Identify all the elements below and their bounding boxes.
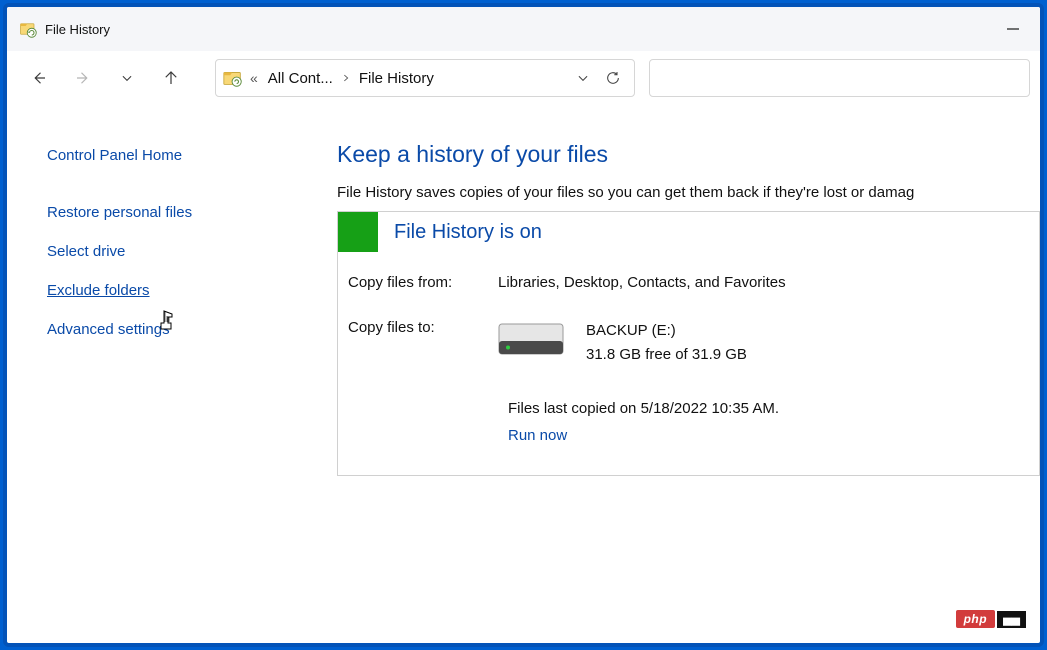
status-panel: File History is on Copy files from: Libr… [337, 211, 1040, 476]
up-button[interactable] [151, 58, 191, 98]
drive-space: 31.8 GB free of 31.9 GB [586, 343, 747, 367]
nav-row: « All Cont... File History [7, 51, 1040, 105]
status-indicator-icon [338, 212, 378, 252]
breadcrumb-seg-allcontrol[interactable]: All Cont... [262, 70, 339, 87]
copy-from-value: Libraries, Desktop, Contacts, and Favori… [498, 274, 1029, 291]
refresh-button[interactable] [598, 70, 628, 86]
titlebar: File History [7, 7, 1040, 51]
link-control-panel-home[interactable]: Control Panel Home [47, 145, 337, 166]
folder-icon [222, 67, 244, 89]
link-select-drive[interactable]: Select drive [47, 241, 337, 262]
address-dropdown[interactable] [568, 71, 598, 85]
page-heading: Keep a history of your files [337, 141, 1040, 168]
breadcrumb-seg-filehistory[interactable]: File History [353, 70, 440, 87]
badge-php: php [956, 610, 996, 628]
drive-icon [498, 323, 564, 357]
link-exclude-folders[interactable]: Exclude folders [47, 280, 337, 301]
back-button[interactable] [19, 58, 59, 98]
status-text: File History is on [378, 221, 542, 244]
page-description: File History saves copies of your files … [337, 184, 1040, 201]
watermark-badge: php ▅▅ [956, 609, 1026, 629]
forward-button[interactable] [63, 58, 103, 98]
badge-cn: ▅▅ [997, 611, 1026, 628]
recent-dropdown[interactable] [107, 58, 147, 98]
minimize-button[interactable] [998, 14, 1028, 44]
address-bar[interactable]: « All Cont... File History [215, 59, 635, 97]
link-run-now[interactable]: Run now [508, 427, 567, 444]
copy-from-label: Copy files from: [348, 274, 498, 291]
sidebar: Control Panel Home Restore personal file… [7, 105, 337, 643]
drive-name: BACKUP (E:) [586, 319, 747, 343]
copy-to-label: Copy files to: [348, 319, 498, 367]
file-history-icon [19, 20, 37, 38]
last-copied-text: Files last copied on 5/18/2022 10:35 AM. [508, 395, 1029, 422]
link-advanced-settings[interactable]: Advanced settings [47, 319, 337, 340]
main-pane: Keep a history of your files File Histor… [337, 105, 1040, 643]
breadcrumb-root-chevron[interactable]: « [246, 70, 262, 86]
window-title: File History [45, 22, 110, 37]
search-input[interactable] [649, 59, 1030, 97]
link-restore-personal-files[interactable]: Restore personal files [47, 202, 337, 223]
chevron-right-icon[interactable] [339, 73, 353, 83]
